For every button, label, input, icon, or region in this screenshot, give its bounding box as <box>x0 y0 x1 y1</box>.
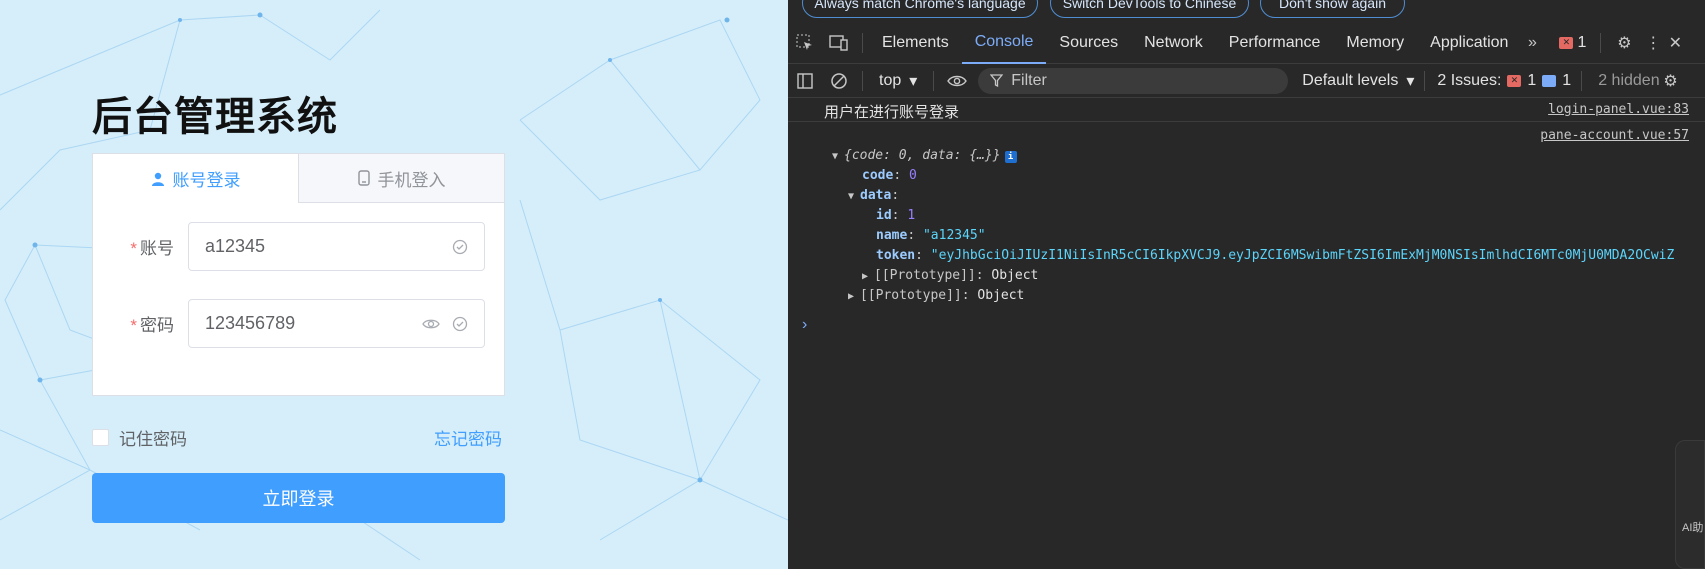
password-label: * 密码 <box>130 316 174 335</box>
dont-show-again-button[interactable]: Don't show again <box>1260 0 1405 18</box>
account-value: a12345 <box>205 236 266 256</box>
context-select[interactable]: top ▾ <box>869 71 927 91</box>
forgot-password-link[interactable]: 忘记密码 <box>434 425 502 450</box>
tab-phone-login[interactable]: 手机登入 <box>298 154 504 203</box>
tab-account-label: 账号登录 <box>172 171 241 190</box>
code-property-row: code: 0 <box>862 168 917 183</box>
error-icon: ✕ <box>1559 36 1574 49</box>
issues-counter[interactable]: 2 Issues: ✕ 1 1 <box>1437 72 1571 90</box>
clear-console-icon[interactable] <box>822 72 856 90</box>
login-page: 后台管理系统 账号登录 手机登入 * 账号 a12345 * 密码 123456… <box>0 0 788 569</box>
id-property-row: id: 1 <box>876 208 916 223</box>
token-property-row: token: "eyJhbGciOiJIUzI1NiIsInR5cCI6IkpX… <box>876 248 1675 263</box>
message-icon <box>1542 74 1557 87</box>
password-row: * 密码 123456789 <box>93 299 485 348</box>
console-output: 用户在进行账号登录 login-panel.vue:83 pane-accoun… <box>788 98 1705 303</box>
console-prompt[interactable]: › <box>802 316 807 334</box>
tab-performance[interactable]: Performance <box>1216 22 1334 64</box>
log-levels-select[interactable]: Default levels ▾ <box>1302 71 1414 91</box>
switch-chinese-button[interactable]: Switch DevTools to Chinese <box>1050 0 1249 18</box>
devtools-panel: Always match Chrome's language Switch De… <box>788 0 1705 569</box>
data-property-row[interactable]: ▼ data: <box>848 188 899 203</box>
more-tabs-icon[interactable]: » <box>1521 34 1543 52</box>
console-message: 用户在进行账号登录 login-panel.vue:83 <box>788 98 1705 122</box>
tab-console[interactable]: Console <box>961 22 1047 64</box>
error-icon: ✕ <box>1507 74 1522 87</box>
account-row: * 账号 a12345 <box>93 222 485 271</box>
account-input[interactable]: a12345 <box>188 222 485 271</box>
source-link-login-panel[interactable]: login-panel.vue:83 <box>1548 102 1689 117</box>
required-mark: * <box>130 316 137 335</box>
sidebar-toggle-icon[interactable] <box>788 72 822 89</box>
collapse-triangle-icon[interactable]: ▶ <box>862 271 874 282</box>
tab-phone-label: 手机登入 <box>377 170 446 190</box>
login-button[interactable]: 立即登录 <box>92 473 505 523</box>
required-mark: * <box>130 239 137 258</box>
language-notice: Always match Chrome's language Switch De… <box>788 0 1705 22</box>
tab-sources[interactable]: Sources <box>1046 22 1131 64</box>
eye-icon[interactable] <box>422 317 440 331</box>
console-settings-icon[interactable]: ⚙ <box>1660 71 1682 91</box>
remember-label: 记住密码 <box>119 430 187 449</box>
tab-application[interactable]: Application <box>1417 22 1521 64</box>
data-prototype-row[interactable]: ▶ [[Prototype]]: Object <box>862 268 1038 283</box>
login-tabs: 账号登录 手机登入 <box>93 154 504 203</box>
inspect-element-icon[interactable] <box>788 34 822 52</box>
tab-network[interactable]: Network <box>1131 22 1216 64</box>
tab-elements[interactable]: Elements <box>869 22 962 64</box>
console-filter-input[interactable]: Filter <box>978 67 1289 94</box>
root-prototype-row[interactable]: ▶ [[Prototype]]: Object <box>848 288 1024 303</box>
password-input[interactable]: 123456789 <box>188 299 485 348</box>
tab-account-login[interactable]: 账号登录 <box>93 154 298 203</box>
user-icon <box>151 172 164 186</box>
page-title: 后台管理系统 <box>92 94 338 140</box>
remember-password[interactable]: 记住密码 <box>92 425 187 450</box>
log-message-text: 用户在进行账号登录 <box>824 103 960 121</box>
chevron-down-icon: ▾ <box>909 72 918 90</box>
collapse-triangle-icon[interactable]: ▶ <box>848 291 860 302</box>
expand-triangle-icon[interactable]: ▼ <box>848 191 860 202</box>
close-icon[interactable]: ✕ <box>1665 33 1685 53</box>
live-expression-eye-icon[interactable] <box>940 74 974 88</box>
check-circle-icon <box>452 316 468 331</box>
tab-memory[interactable]: Memory <box>1333 22 1417 64</box>
filter-icon <box>990 74 1004 87</box>
side-widget-label: AI助 <box>1682 522 1704 534</box>
console-toolbar: top ▾ Filter Default levels ▾ 2 Issues: … <box>788 64 1705 98</box>
chevron-down-icon: ▾ <box>1406 72 1415 90</box>
info-icon: i <box>1004 151 1017 163</box>
login-panel: 账号登录 手机登入 * 账号 a12345 * 密码 123456789 <box>92 153 505 396</box>
expand-triangle-icon[interactable]: ▼ <box>832 151 844 162</box>
source-link-pane-account[interactable]: pane-account.vue:57 <box>1540 128 1689 143</box>
settings-gear-icon[interactable]: ⚙ <box>1607 33 1641 53</box>
check-circle-icon <box>452 239 468 254</box>
devtools-tabs: Elements Console Sources Network Perform… <box>788 22 1705 64</box>
phone-icon <box>357 170 370 186</box>
device-toolbar-icon[interactable] <box>822 34 856 52</box>
more-options-icon[interactable]: ⋮ <box>1641 33 1665 53</box>
password-value: 123456789 <box>205 313 296 333</box>
match-language-button[interactable]: Always match Chrome's language <box>802 0 1038 18</box>
account-label: * 账号 <box>130 239 174 258</box>
side-assistant-widget[interactable]: AI助 <box>1675 440 1705 569</box>
remember-checkbox[interactable] <box>92 429 109 446</box>
error-count-badge[interactable]: ✕ 1 <box>1559 34 1586 52</box>
object-preview-row[interactable]: ▼ {code: 0, data: {…}} i <box>832 148 1017 163</box>
name-property-row: name: "a12345" <box>876 228 986 243</box>
hidden-count: 2 hidden <box>1598 71 1660 89</box>
